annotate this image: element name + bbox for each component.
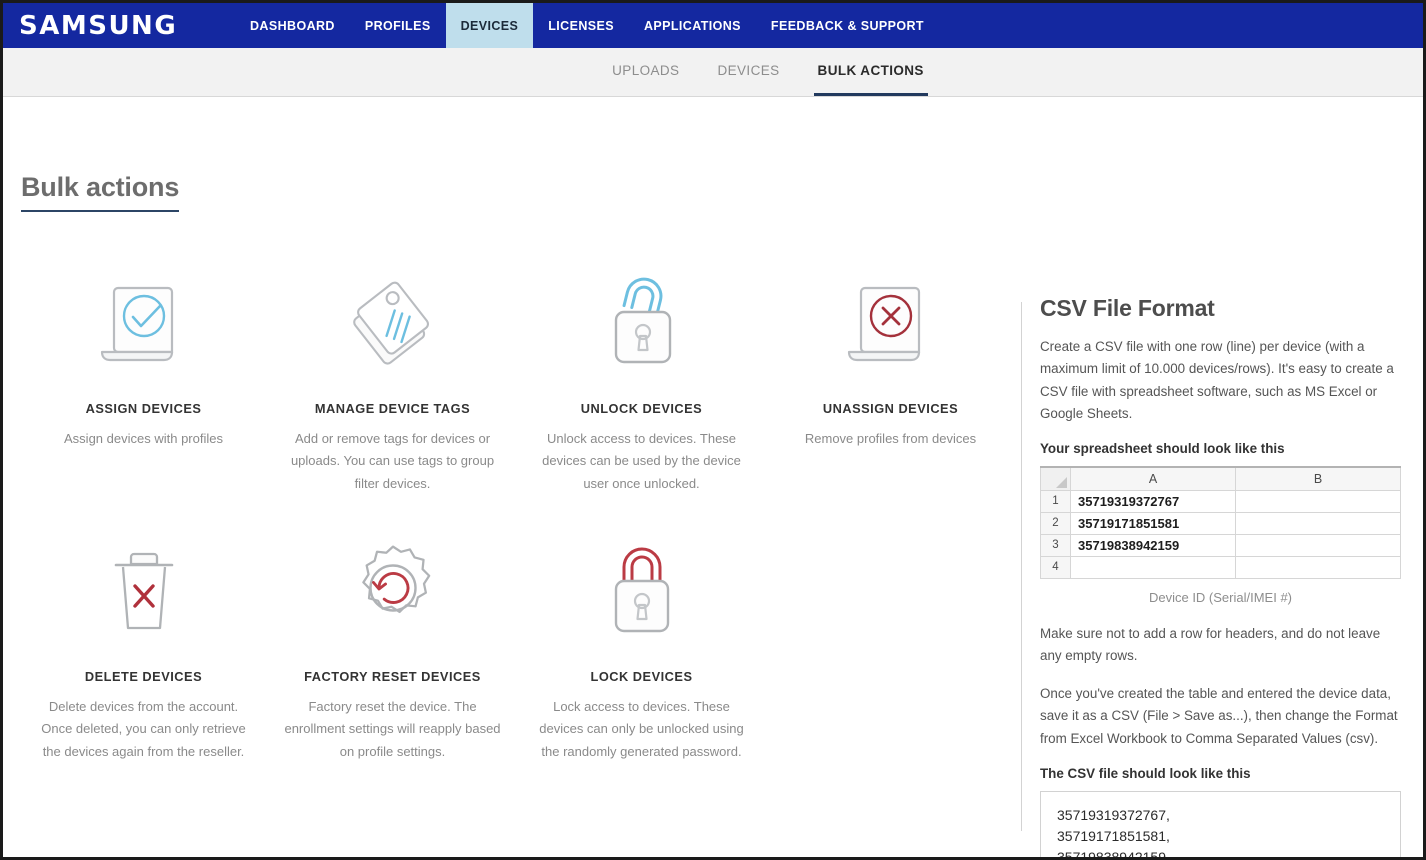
- nav-item-feedback-support[interactable]: FEEDBACK & SUPPORT: [756, 3, 939, 48]
- card-title: UNASSIGN DEVICES: [822, 401, 959, 416]
- card-description: Lock access to devices. These devices ca…: [539, 699, 744, 759]
- select-all-corner: [1040, 466, 1071, 491]
- table-row: 4: [1040, 555, 1401, 579]
- cell-a2: 35719171851581: [1070, 511, 1236, 535]
- nav-item-devices[interactable]: DEVICES: [445, 3, 534, 48]
- top-nav-items: DASHBOARD PROFILES DEVICES LICENSES APPL…: [235, 3, 939, 48]
- subnav-item-devices[interactable]: DEVICES: [713, 48, 783, 96]
- nav-item-licenses[interactable]: LICENSES: [533, 3, 629, 48]
- gear-reset-icon: [278, 523, 507, 653]
- csv-note-saving: Once you've created the table and entere…: [1040, 686, 1398, 746]
- bulk-actions-row-1: ASSIGN DEVICES Assign devices with profi…: [3, 255, 1021, 495]
- row-number: 1: [1040, 489, 1071, 513]
- cell-b4: [1235, 555, 1401, 579]
- app-window: SAMSUNG DASHBOARD PROFILES DEVICES LICEN…: [0, 0, 1426, 860]
- bulk-action-manage-device-tags[interactable]: MANAGE DEVICE TAGS Add or remove tags fo…: [268, 255, 517, 495]
- card-description: Assign devices with profiles: [64, 431, 223, 446]
- samsung-logo[interactable]: SAMSUNG: [3, 3, 235, 48]
- csv-line-3: 35719838942159: [1057, 849, 1167, 860]
- csv-line-1: 35719319372767,: [1057, 806, 1170, 823]
- bulk-action-delete-devices[interactable]: DELETE DEVICES Delete devices from the a…: [19, 523, 268, 763]
- column-header-b: B: [1235, 466, 1401, 491]
- card-title: UNLOCK DEVICES: [580, 401, 703, 416]
- bulk-actions-grid-pane: ASSIGN DEVICES Assign devices with profi…: [3, 247, 1021, 857]
- grid-empty-slot: [766, 523, 1015, 763]
- subnav-item-uploads[interactable]: UPLOADS: [608, 48, 683, 96]
- table-row: 2 35719171851581: [1040, 511, 1401, 535]
- bulk-action-factory-reset-devices[interactable]: FACTORY RESET DEVICES Factory reset the …: [268, 523, 517, 763]
- csv-intro-text: Create a CSV file with one row (line) pe…: [1040, 339, 1394, 421]
- subnav-item-bulk-actions[interactable]: BULK ACTIONS: [813, 48, 928, 96]
- bulk-action-assign-devices[interactable]: ASSIGN DEVICES Assign devices with profi…: [19, 255, 268, 495]
- card-description: Add or remove tags for devices or upload…: [290, 431, 495, 491]
- card-title: MANAGE DEVICE TAGS: [314, 401, 471, 416]
- column-header-a: A: [1070, 466, 1236, 491]
- cell-b1: [1235, 489, 1401, 513]
- lock-padlock-icon: [527, 523, 756, 653]
- csv-panel-title: CSV File Format: [1040, 295, 1215, 321]
- csv-file-heading: The CSV file should look like this: [1040, 765, 1251, 781]
- spreadsheet-header-row: A B: [1040, 466, 1401, 491]
- top-navigation-bar: SAMSUNG DASHBOARD PROFILES DEVICES LICEN…: [3, 3, 1423, 48]
- card-title: ASSIGN DEVICES: [85, 401, 202, 416]
- row-number: 2: [1040, 511, 1071, 535]
- nav-item-profiles[interactable]: PROFILES: [350, 3, 446, 48]
- bulk-actions-row-2: DELETE DEVICES Delete devices from the a…: [3, 523, 1021, 763]
- card-title: FACTORY RESET DEVICES: [304, 669, 481, 685]
- bulk-action-lock-devices[interactable]: LOCK DEVICES Lock access to devices. The…: [517, 523, 766, 763]
- bulk-action-unassign-devices[interactable]: UNASSIGN DEVICES Remove profiles from de…: [766, 255, 1015, 495]
- cell-a1: 35719319372767: [1070, 489, 1236, 513]
- cell-b3: [1235, 533, 1401, 557]
- tags-icon: [278, 255, 507, 385]
- row-number: 3: [1040, 533, 1071, 557]
- csv-file-format-panel: CSV File Format Create a CSV file with o…: [1022, 247, 1423, 860]
- card-description: Delete devices from the account. Once de…: [41, 699, 246, 759]
- spreadsheet-mockup: A B 1 35719319372767 2 35719171851581 3 …: [1040, 466, 1401, 579]
- card-description: Unlock access to devices. These devices …: [542, 431, 741, 491]
- bulk-action-unlock-devices[interactable]: UNLOCK DEVICES Unlock access to devices.…: [517, 255, 766, 495]
- page-body: Bulk actions ASSIGN DEVICES Assign devic…: [3, 97, 1423, 860]
- card-title: DELETE DEVICES: [84, 669, 203, 685]
- table-row: 3 35719838942159: [1040, 533, 1401, 557]
- csv-example-box: 35719319372767, 35719171851581, 35719838…: [1040, 790, 1401, 860]
- card-title: LOCK DEVICES: [590, 669, 693, 685]
- spreadsheet-caption: Device ID (Serial/IMEI #): [1148, 589, 1293, 605]
- laptop-x-icon: [776, 255, 1005, 385]
- cell-a3: 35719838942159: [1070, 533, 1236, 557]
- page-title: Bulk actions: [21, 172, 179, 212]
- laptop-check-icon: [29, 255, 258, 385]
- row-number: 4: [1040, 555, 1071, 579]
- csv-note-headers: Make sure not to add a row for headers, …: [1040, 625, 1381, 663]
- sub-nav-items: UPLOADS DEVICES BULK ACTIONS: [608, 48, 928, 96]
- cell-b2: [1235, 511, 1401, 535]
- spreadsheet-heading: Your spreadsheet should look like this: [1040, 441, 1285, 456]
- nav-item-applications[interactable]: APPLICATIONS: [629, 3, 756, 48]
- nav-item-dashboard[interactable]: DASHBOARD: [235, 3, 350, 48]
- card-description: Remove profiles from devices: [804, 431, 977, 446]
- card-description: Factory reset the device. The enrollment…: [284, 699, 501, 759]
- page-content: ASSIGN DEVICES Assign devices with profi…: [3, 247, 1423, 860]
- table-row: 1 35719319372767: [1040, 489, 1401, 513]
- unlock-padlock-icon: [527, 255, 756, 385]
- cell-a4: [1070, 555, 1236, 579]
- sub-navigation-bar: UPLOADS DEVICES BULK ACTIONS: [3, 48, 1423, 97]
- csv-line-2: 35719171851581,: [1057, 828, 1170, 845]
- trash-x-icon: [29, 523, 258, 653]
